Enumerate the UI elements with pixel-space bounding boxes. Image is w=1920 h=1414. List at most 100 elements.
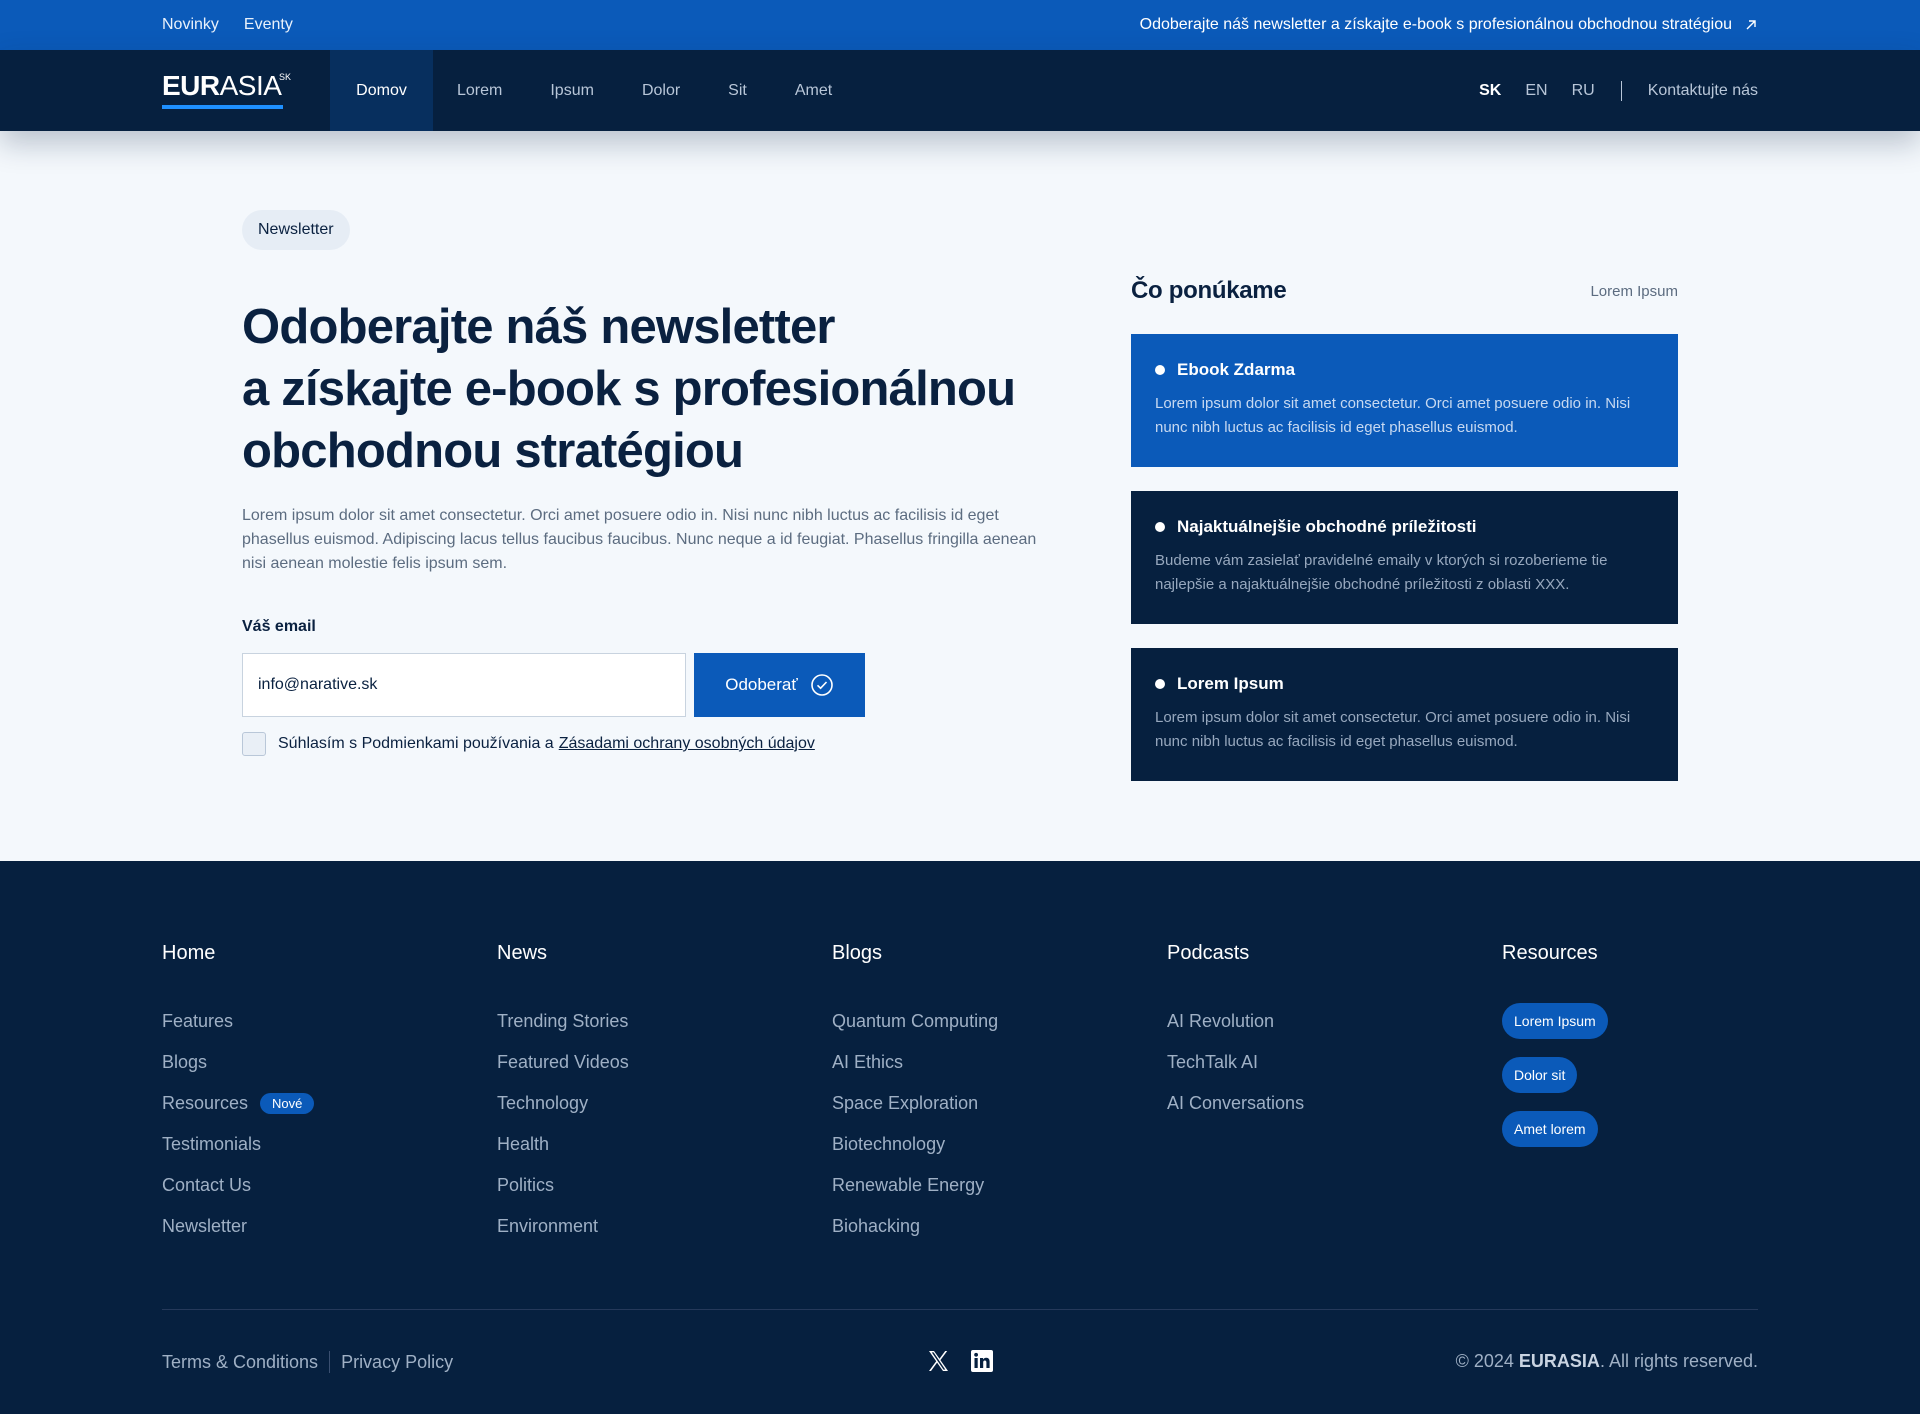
title-line-1: Odoberajte náš newsletter — [242, 300, 836, 354]
footer-col-title[interactable]: News — [497, 942, 629, 972]
linkedin-icon[interactable] — [970, 1349, 994, 1373]
footer-link[interactable]: AI Conversations — [1167, 1083, 1304, 1124]
footer-link[interactable]: Renewable Energy — [832, 1165, 998, 1206]
logo-light: ASIA — [219, 70, 282, 101]
nav-links: Domov Lorem Ipsum Dolor Sit Amet — [330, 50, 856, 131]
offer-card-lorem[interactable]: Lorem Ipsum Lorem ipsum dolor sit amet c… — [1131, 648, 1678, 781]
footer-col-title[interactable]: Home — [162, 942, 314, 972]
footer-link[interactable]: Politics — [497, 1165, 629, 1206]
newsletter-badge: Newsletter — [242, 210, 350, 250]
footer-col-title[interactable]: Podcasts — [1167, 942, 1304, 972]
copyright-prefix: © 2024 — [1455, 1351, 1514, 1371]
footer-col-resources: Resources Lorem Ipsum Dolor sit Amet lor… — [1502, 942, 1608, 1147]
nav-item-domov[interactable]: Domov — [330, 50, 433, 131]
footer-link-label: Resources — [162, 1093, 249, 1113]
footer-link[interactable]: Features — [162, 1001, 314, 1042]
footer-link[interactable]: Testimonials — [162, 1124, 314, 1165]
logo-underline — [162, 105, 283, 109]
legal-separator — [329, 1351, 331, 1373]
footer-col-news: News Trending Stories Featured Videos Te… — [497, 942, 629, 1247]
subscribe-label: Odoberať — [725, 675, 798, 694]
newsletter-promo-link[interactable]: Odoberajte náš newsletter a získajte e-b… — [1140, 0, 1758, 50]
logo-sup: SK — [279, 72, 292, 82]
footer-link-resources[interactable]: Resources Nové — [162, 1083, 315, 1124]
nav-item-sit[interactable]: Sit — [704, 50, 771, 131]
footer-col-title[interactable]: Blogs — [832, 942, 998, 972]
footer: Home Features Blogs Resources Nové Testim… — [0, 861, 1920, 1414]
page-title: Odoberajte náš newsletter a získajte e-b… — [242, 296, 1062, 482]
top-link-eventy[interactable]: Eventy — [244, 16, 293, 34]
card-body: Lorem ipsum dolor sit amet consectetur. … — [1155, 709, 1631, 750]
copyright-suffix: . All rights reserved. — [1599, 1351, 1758, 1371]
footer-link[interactable]: Biotechnology — [832, 1124, 998, 1165]
footer-link[interactable]: TechTalk AI — [1167, 1042, 1304, 1083]
offer-aside-link[interactable]: Lorem Ipsum — [1590, 283, 1678, 300]
footer-link[interactable]: AI Revolution — [1167, 1001, 1304, 1042]
main-navigation: EURASIA SK Domov Lorem Ipsum Dolor Sit A… — [0, 50, 1920, 131]
bullet-icon — [1155, 679, 1165, 689]
terms-link[interactable]: Terms & Conditions — [162, 1352, 318, 1373]
footer-link[interactable]: Biohacking — [832, 1206, 998, 1247]
copyright: © 2024 EURASIA. All rights reserved. — [1456, 1351, 1758, 1372]
lang-ru[interactable]: RU — [1572, 82, 1595, 100]
footer-link[interactable]: Contact Us — [162, 1165, 314, 1206]
footer-link[interactable]: Health — [497, 1124, 629, 1165]
consent-checkbox[interactable] — [242, 732, 266, 756]
legal-links: Terms & Conditions Privacy Policy — [162, 1351, 453, 1373]
privacy-link[interactable]: Privacy Policy — [341, 1352, 453, 1373]
top-link-novinky[interactable]: Novinky — [162, 16, 219, 34]
card-title: Ebook Zdarma — [1177, 360, 1296, 379]
offer-card-ebook[interactable]: Ebook Zdarma Lorem ipsum dolor sit amet … — [1131, 334, 1678, 467]
nav-item-lorem[interactable]: Lorem — [433, 50, 526, 131]
nav-separator — [1620, 80, 1622, 101]
footer-link[interactable]: Newsletter — [162, 1206, 314, 1247]
external-arrow-icon — [1746, 20, 1756, 30]
card-body: Budeme vám zasielať pravidelné emaily v … — [1155, 552, 1608, 593]
footer-link[interactable]: Space Exploration — [832, 1083, 998, 1124]
email-field[interactable] — [242, 653, 686, 717]
consent-text: Súhlasím s Podmienkami používania a — [278, 735, 554, 752]
top-bar: Novinky Eventy Odoberajte náš newsletter… — [0, 0, 1920, 50]
offer-title: Čo ponúkame — [1131, 277, 1287, 304]
footer-link[interactable]: AI Ethics — [832, 1042, 998, 1083]
title-line-2: a získajte e-book s profesionálnou — [242, 362, 1016, 416]
nav-item-amet[interactable]: Amet — [771, 50, 856, 131]
footer-col-podcasts: Podcasts AI Revolution TechTalk AI AI Co… — [1167, 942, 1304, 1124]
card-title: Najaktuálnejšie obchodné príležitosti — [1177, 517, 1477, 536]
copyright-brand: EURASIA — [1518, 1351, 1600, 1371]
footer-col-blogs: Blogs Quantum Computing AI Ethics Space … — [832, 942, 998, 1247]
footer-link[interactable]: Environment — [497, 1206, 629, 1247]
eurasia-logo[interactable]: EURASIA SK — [162, 70, 291, 109]
footer-link[interactable]: Blogs — [162, 1042, 314, 1083]
offer-card-opportunities[interactable]: Najaktuálnejšie obchodné príležitosti Bu… — [1131, 491, 1678, 624]
footer-link[interactable]: Quantum Computing — [832, 1001, 998, 1042]
footer-divider — [162, 1309, 1758, 1310]
privacy-policy-link[interactable]: Zásadami ochrany osobných údajov — [559, 735, 815, 753]
bullet-icon — [1155, 365, 1165, 375]
lang-en[interactable]: EN — [1525, 82, 1547, 100]
lang-sk[interactable]: SK — [1479, 82, 1501, 100]
contact-link[interactable]: Kontaktujte nás — [1648, 82, 1758, 100]
consent-row: Súhlasím s Podmienkami používania a Zása… — [242, 732, 815, 756]
resource-pill[interactable]: Amet lorem — [1502, 1111, 1598, 1147]
email-label: Váš email — [242, 618, 316, 635]
footer-link[interactable]: Featured Videos — [497, 1042, 629, 1083]
logo-bold: EUR — [162, 70, 220, 101]
new-badge: Nové — [260, 1093, 315, 1114]
footer-link[interactable]: Trending Stories — [497, 1001, 629, 1042]
resource-pill[interactable]: Lorem Ipsum — [1502, 1003, 1608, 1039]
lead-paragraph: Lorem ipsum dolor sit amet consectetur. … — [242, 507, 1037, 572]
footer-link[interactable]: Technology — [497, 1083, 629, 1124]
card-title: Lorem Ipsum — [1177, 674, 1284, 693]
x-icon[interactable] — [926, 1349, 950, 1373]
check-circle-icon — [810, 674, 833, 696]
footer-col-home: Home Features Blogs Resources Nové Testim… — [162, 942, 315, 1247]
social-links — [926, 1349, 994, 1373]
nav-item-dolor[interactable]: Dolor — [618, 50, 704, 131]
top-bar-links: Novinky Eventy — [162, 0, 293, 50]
footer-col-title[interactable]: Resources — [1502, 942, 1608, 972]
nav-item-ipsum[interactable]: Ipsum — [526, 50, 618, 131]
resource-pill[interactable]: Dolor sit — [1502, 1057, 1578, 1093]
subscribe-button[interactable]: Odoberať — [694, 653, 865, 717]
card-body: Lorem ipsum dolor sit amet consectetur. … — [1155, 395, 1631, 436]
